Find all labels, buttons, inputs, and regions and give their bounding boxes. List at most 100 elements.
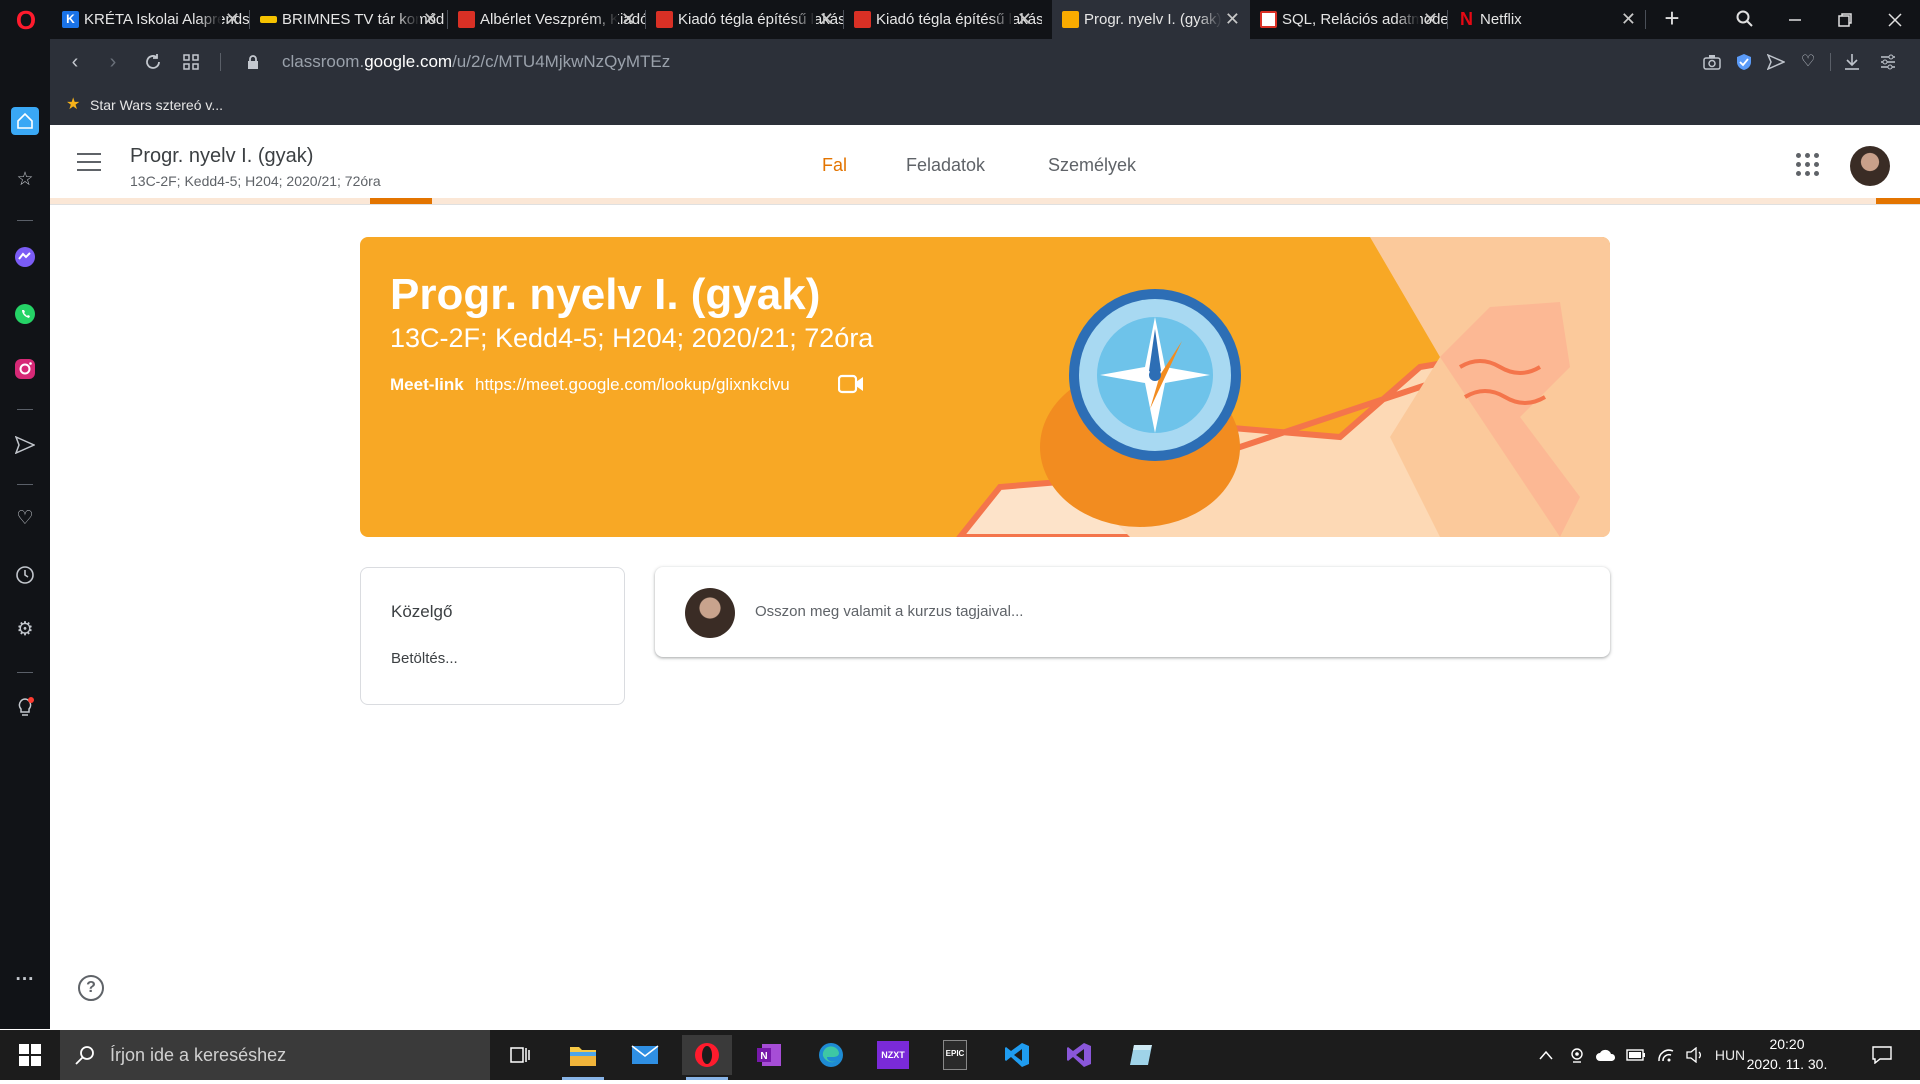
tab-close-icon[interactable]: ✕ <box>819 0 834 39</box>
heart-icon[interactable]: ♡ <box>1792 39 1824 85</box>
address-bar: ‹ › classroom.google.com/u/2/c/MTU4MjkwN… <box>50 39 1920 85</box>
bookmark-item[interactable]: ★ Star Wars sztereó v... <box>66 85 223 125</box>
minimize-icon[interactable] <box>1770 0 1820 39</box>
browser-tab[interactable]: BRIMNES TV tár komód ✕ <box>250 0 448 39</box>
vpn-shield-icon[interactable] <box>1728 39 1760 85</box>
volume-icon[interactable] <box>1682 1030 1708 1080</box>
file-explorer-icon[interactable] <box>558 1035 608 1080</box>
task-view-icon[interactable] <box>495 1035 545 1075</box>
clock-date[interactable]: 2020. 11. 30. <box>1742 1056 1832 1072</box>
webcam-icon[interactable] <box>1564 1030 1590 1080</box>
back-icon[interactable]: ‹ <box>58 39 92 85</box>
tab-close-icon[interactable]: ✕ <box>225 0 240 39</box>
classroom-page: Progr. nyelv I. (gyak) 13C-2F; Kedd4-5; … <box>50 125 1920 1029</box>
epic-games-icon[interactable]: EPIC <box>930 1035 980 1075</box>
windows-start-icon[interactable] <box>0 1030 60 1080</box>
home-icon[interactable] <box>11 107 39 135</box>
download-icon[interactable] <box>1836 39 1868 85</box>
browser-tab[interactable]: Albérlet Veszprém, Kiadó ✕ <box>448 0 646 39</box>
mail-icon[interactable] <box>620 1035 670 1075</box>
tab-classwork[interactable]: Feladatok <box>906 125 985 205</box>
video-camera-icon[interactable] <box>838 373 864 395</box>
windows-taskbar: Írjon ide a kereséshez N NZXT EPIC HUN 2… <box>0 1030 1920 1080</box>
settings-gear-icon[interactable]: ⚙ <box>9 614 41 646</box>
edge-icon[interactable] <box>806 1035 856 1075</box>
onenote-icon[interactable]: N <box>744 1035 794 1075</box>
url-field[interactable]: classroom.google.com/u/2/c/MTU4MjkwNzQyM… <box>282 39 670 85</box>
more-icon[interactable]: ··· <box>9 964 41 996</box>
reload-icon[interactable] <box>136 39 170 85</box>
tab-stream[interactable]: Fal <box>822 125 847 205</box>
whatsapp-icon[interactable] <box>9 298 41 330</box>
bookmarks-star-icon[interactable]: ☆ <box>9 164 41 196</box>
bookmark-label: Star Wars sztereó v... <box>90 97 224 113</box>
lightbulb-icon[interactable] <box>9 692 41 724</box>
opera-app-icon[interactable] <box>682 1035 732 1080</box>
tab-title: Netflix <box>1480 11 1522 28</box>
close-window-icon[interactable] <box>1870 0 1920 39</box>
nzxt-cam-icon[interactable]: NZXT <box>868 1035 918 1075</box>
easy-setup-icon[interactable] <box>1872 39 1904 85</box>
tab-search-icon[interactable] <box>1720 0 1770 39</box>
account-avatar[interactable] <box>1850 146 1890 186</box>
tab-indicator <box>1876 198 1920 204</box>
sidebar-separator <box>17 409 33 410</box>
messenger-icon[interactable] <box>9 241 41 273</box>
tab-close-icon[interactable]: ✕ <box>1017 0 1032 39</box>
clock-time[interactable]: 20:20 <box>1742 1036 1832 1052</box>
upcoming-title: Közelgő <box>391 602 453 621</box>
url-prefix: classroom. <box>282 52 365 71</box>
taskbar-search-box[interactable]: Írjon ide a kereséshez <box>60 1030 490 1080</box>
tab-people[interactable]: Személyek <box>1048 125 1136 205</box>
help-icon[interactable]: ? <box>78 975 104 1001</box>
browser-tab-active[interactable]: Progr. nyelv I. (gyak) ✕ <box>1052 0 1250 39</box>
notes-app-icon[interactable] <box>1116 1035 1166 1075</box>
main-menu-icon[interactable] <box>77 153 101 173</box>
nzxt-label: NZXT <box>877 1041 909 1069</box>
vscode-icon[interactable] <box>992 1035 1042 1075</box>
history-icon[interactable] <box>9 559 41 591</box>
course-name[interactable]: Progr. nyelv I. (gyak) <box>130 145 313 168</box>
notification-center-icon[interactable] <box>1862 1030 1902 1080</box>
compass-map-illustration <box>956 237 1610 537</box>
lock-icon[interactable] <box>236 39 270 85</box>
forward-icon[interactable]: › <box>96 39 130 85</box>
my-flow-icon[interactable] <box>9 429 41 461</box>
svg-text:N: N <box>760 1051 767 1062</box>
opera-logo-icon[interactable]: O <box>12 6 40 34</box>
browser-tab[interactable]: K KRÉTA Iskolai Alaprendszer ✕ <box>52 0 250 39</box>
browser-tab[interactable]: Kiadó tégla építésű lakás ✕ <box>646 0 844 39</box>
instagram-icon[interactable] <box>9 353 41 385</box>
browser-tab[interactable]: N Netflix ✕ <box>1448 0 1646 39</box>
onedrive-cloud-icon[interactable] <box>1592 1030 1620 1080</box>
visual-studio-icon[interactable] <box>1054 1035 1104 1075</box>
tab-fade <box>1198 0 1222 39</box>
tab-close-icon[interactable]: ✕ <box>1225 0 1240 39</box>
tab-close-icon[interactable]: ✕ <box>1621 0 1636 39</box>
user-avatar <box>685 588 735 638</box>
restore-icon[interactable] <box>1820 0 1870 39</box>
tray-chevron-up-icon[interactable] <box>1534 1030 1558 1080</box>
course-banner: Progr. nyelv I. (gyak) 13C-2F; Kedd4-5; … <box>360 237 1610 537</box>
announcement-placeholder[interactable]: Osszon meg valamit a kurzus tagjaival... <box>755 603 1023 620</box>
tab-close-icon[interactable]: ✕ <box>1423 0 1438 39</box>
heart-icon[interactable]: ♡ <box>9 503 41 535</box>
bookmarks-bar: ★ Star Wars sztereó v... <box>50 85 1920 125</box>
google-apps-icon[interactable] <box>1796 153 1820 177</box>
kreta-favicon-icon: K <box>62 11 79 28</box>
send-icon[interactable] <box>1760 39 1792 85</box>
tab-close-icon[interactable]: ✕ <box>423 0 438 39</box>
browser-tab[interactable]: Kiadó tégla építésű lakás ✕ <box>844 0 1042 39</box>
meet-link[interactable]: https://meet.google.com/lookup/glixnkclv… <box>475 375 790 395</box>
url-path: /u/2/c/MTU4MjkwNzQyMTEz <box>452 52 671 71</box>
sidebar-separator <box>17 220 33 221</box>
announcement-box[interactable]: Osszon meg valamit a kurzus tagjaival... <box>655 567 1610 657</box>
tab-close-icon[interactable]: ✕ <box>621 0 636 39</box>
wifi-icon[interactable] <box>1652 1030 1680 1080</box>
new-tab-icon[interactable]: + <box>1654 0 1690 39</box>
battery-icon[interactable] <box>1622 1030 1650 1080</box>
camera-icon[interactable] <box>1696 39 1728 85</box>
browser-tab[interactable]: SQL, Relációs adatmodell ✕ <box>1250 0 1448 39</box>
speed-dial-icon[interactable] <box>174 39 208 85</box>
meet-link-label: Meet-link <box>390 375 464 394</box>
